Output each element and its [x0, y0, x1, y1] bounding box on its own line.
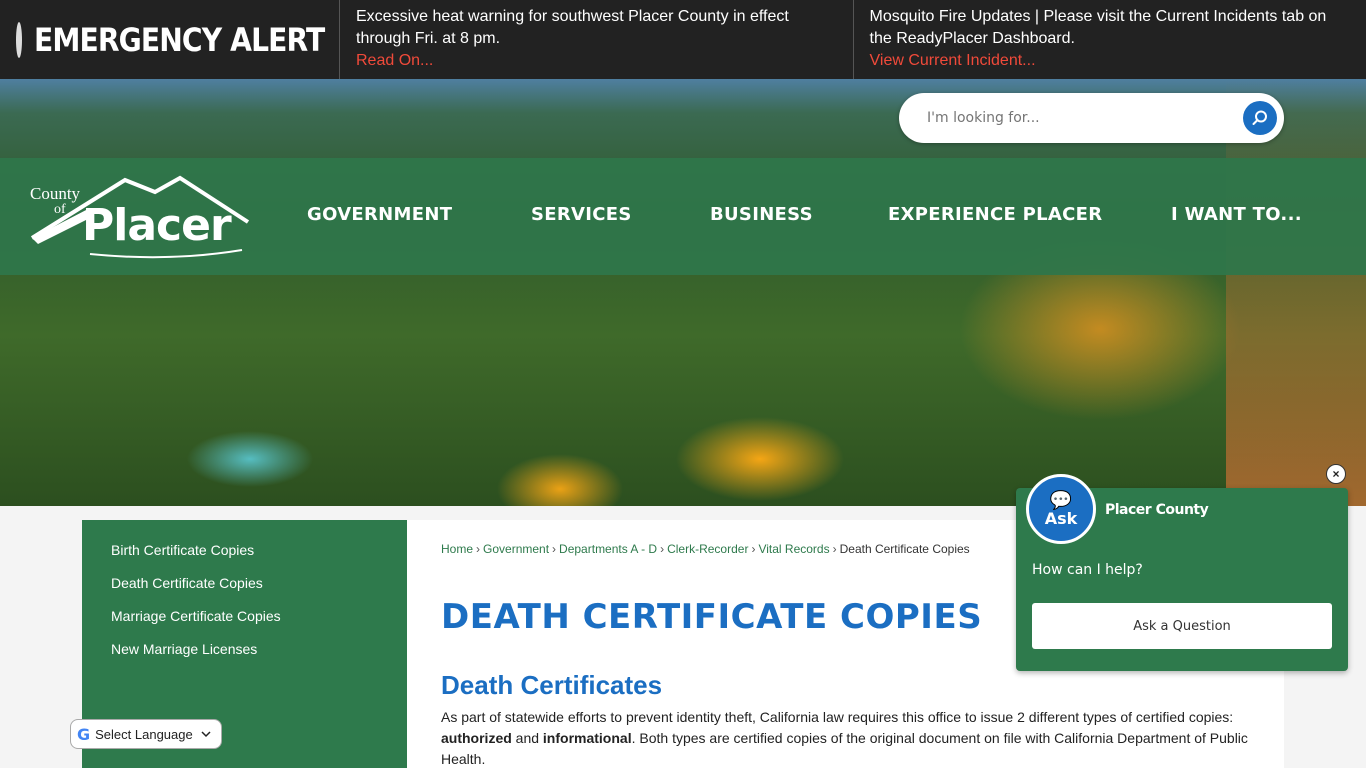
- breadcrumb-current: Death Certificate Copies: [839, 542, 970, 556]
- chat-org-name: Placer County: [1105, 502, 1209, 518]
- breadcrumb-departments[interactable]: Departments A - D: [559, 542, 657, 556]
- google-g-icon: G: [77, 724, 91, 744]
- logo-of-text: of: [54, 202, 66, 217]
- alert-view-incident-link[interactable]: View Current Incident...: [870, 50, 1351, 72]
- breadcrumb-vital-records[interactable]: Vital Records: [758, 542, 829, 556]
- body-text-and: and: [511, 730, 543, 746]
- nav-business[interactable]: BUSINESS: [710, 204, 813, 225]
- alert-light-icon: [16, 21, 22, 58]
- breadcrumb-separator: ›: [660, 542, 665, 556]
- breadcrumb-separator: ›: [832, 542, 837, 556]
- body-text-start: As part of statewide efforts to prevent …: [441, 709, 1234, 725]
- alert-item-fire: Mosquito Fire Updates | Please visit the…: [854, 0, 1366, 79]
- alert-text: Excessive heat warning for southwest Pla…: [356, 8, 789, 47]
- alert-item-heat: Excessive heat warning for southwest Pla…: [340, 0, 854, 79]
- chat-bubble-icon: 💬: [1049, 489, 1073, 510]
- sidebar-item-marriage-certificate[interactable]: Marriage Certificate Copies: [82, 608, 407, 641]
- breadcrumb: Home › Government › Departments A - D › Clerk-…: [441, 542, 970, 556]
- search-box: [899, 93, 1284, 143]
- hero-banner-image: [0, 79, 1366, 506]
- breadcrumb-clerk-recorder[interactable]: Clerk-Recorder: [667, 542, 748, 556]
- nav-i-want-to[interactable]: I WANT TO...: [1171, 204, 1302, 225]
- chevron-down-icon: [201, 731, 211, 738]
- county-logo[interactable]: County of Placer: [30, 170, 250, 260]
- sidebar-item-new-marriage-licenses[interactable]: New Marriage Licenses: [82, 641, 407, 674]
- breadcrumb-separator: ›: [552, 542, 557, 556]
- body-bold-informational: informational: [542, 730, 632, 746]
- language-select-label: Select Language: [95, 726, 193, 742]
- search-input[interactable]: [927, 110, 1227, 126]
- emergency-alert-bar: EMERGENCY ALERT Excessive heat warning f…: [0, 0, 1366, 79]
- logo-county-text: County: [30, 184, 81, 203]
- alert-label: EMERGENCY ALERT: [34, 20, 325, 59]
- chat-avatar-label: Ask: [1044, 508, 1078, 528]
- search-icon: [1252, 110, 1267, 125]
- sidebar-item-birth-certificate[interactable]: Birth Certificate Copies: [82, 542, 407, 575]
- chat-avatar[interactable]: 💬 Ask: [1026, 474, 1096, 544]
- breadcrumb-home[interactable]: Home: [441, 542, 473, 556]
- breadcrumb-government[interactable]: Government: [483, 542, 549, 556]
- section-heading: Death Certificates: [441, 670, 663, 700]
- nav-services[interactable]: SERVICES: [531, 204, 632, 225]
- alert-read-on-link[interactable]: Read On...: [356, 50, 837, 72]
- breadcrumb-separator: ›: [751, 542, 756, 556]
- chat-close-button[interactable]: ×: [1326, 464, 1346, 484]
- nav-government[interactable]: GOVERNMENT: [307, 204, 452, 225]
- page-title: DEATH CERTIFICATE COPIES: [441, 597, 983, 637]
- search-button[interactable]: [1243, 101, 1277, 135]
- language-select[interactable]: G Select Language: [70, 719, 222, 749]
- ask-question-button[interactable]: Ask a Question: [1032, 603, 1332, 649]
- nav-experience-placer[interactable]: EXPERIENCE PLACER: [888, 204, 1102, 225]
- chat-widget: 💬 Ask Placer County How can I help? Ask …: [1016, 474, 1348, 671]
- body-paragraph: As part of statewide efforts to prevent …: [441, 707, 1261, 768]
- body-bold-authorized: authorized: [441, 730, 512, 746]
- hero-trail: [1226, 79, 1366, 506]
- chat-prompt: How can I help?: [1032, 562, 1143, 578]
- main-navigation: County of Placer GOVERNMENT SERVICES BUS…: [0, 158, 1366, 275]
- alert-title: EMERGENCY ALERT: [0, 0, 340, 79]
- alert-text: Mosquito Fire Updates | Please visit the…: [869, 8, 1327, 47]
- logo-placer-text: Placer: [82, 200, 232, 251]
- sidebar-item-death-certificate[interactable]: Death Certificate Copies: [82, 575, 407, 608]
- breadcrumb-separator: ›: [476, 542, 481, 556]
